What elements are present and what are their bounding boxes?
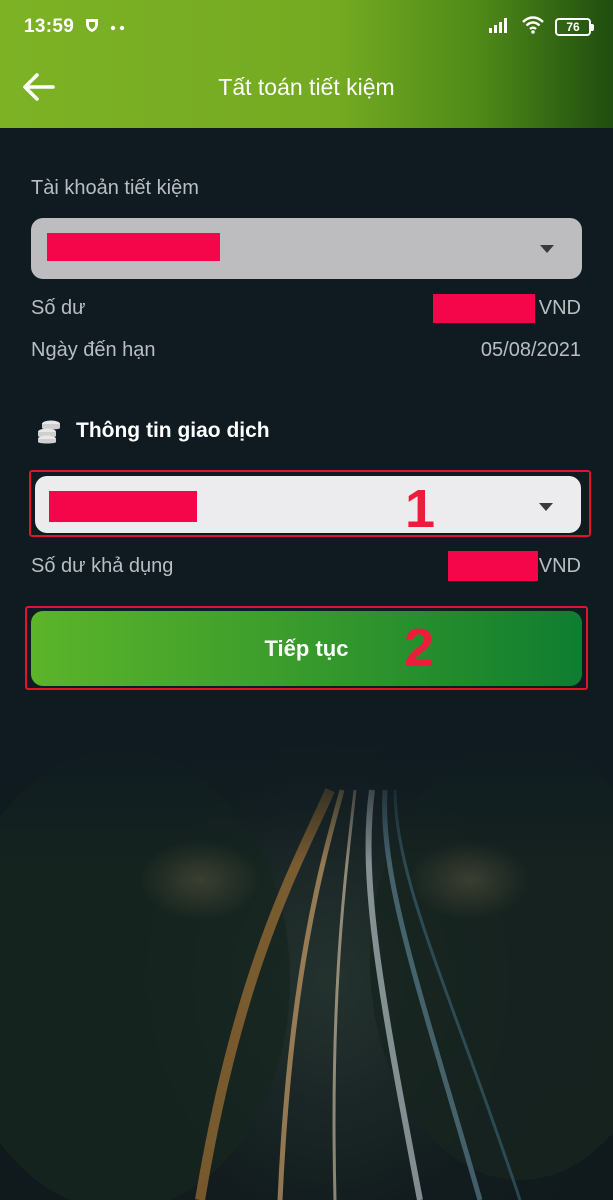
status-right: 76 <box>489 15 594 39</box>
wifi-icon <box>521 15 545 39</box>
redacted-account-number <box>47 233 220 261</box>
redacted-balance <box>433 294 535 323</box>
due-date-label: Ngày đến hạn <box>31 339 156 361</box>
balance-currency: VND <box>538 297 581 319</box>
available-balance-currency: VND <box>538 555 581 577</box>
nav-bar: Tất toán tiết kiệm <box>0 54 613 128</box>
status-left: 13:59 <box>24 16 126 38</box>
more-dots-icon <box>110 18 126 36</box>
continue-button-label: Tiếp tục <box>264 635 349 661</box>
page-title: Tất toán tiết kiệm <box>218 74 395 100</box>
available-balance-label: Số dư khả dụng <box>31 555 174 577</box>
due-date-value: 05/08/2021 <box>480 339 581 361</box>
battery-level: 76 <box>566 20 580 34</box>
source-account-dropdown[interactable] <box>35 476 581 533</box>
coins-icon <box>35 419 63 450</box>
chevron-down-icon <box>539 503 553 511</box>
app-header: 13:59 76 Tất toán tiết kiệm <box>0 0 613 128</box>
status-time: 13:59 <box>24 16 75 37</box>
shield-icon <box>84 17 100 38</box>
savings-account-label: Tài khoản tiết kiệm <box>31 177 199 199</box>
signal-icon <box>489 17 511 38</box>
annotation-marker-2: 2 <box>404 618 435 678</box>
section-title-transaction-info: Thông tin giao dịch <box>76 419 270 442</box>
redacted-source-account <box>49 491 197 522</box>
chevron-down-icon <box>540 245 554 253</box>
savings-account-dropdown[interactable] <box>31 218 582 279</box>
balance-label: Số dư <box>31 297 86 319</box>
battery-icon: 76 <box>555 18 594 36</box>
status-bar: 13:59 76 <box>0 0 613 54</box>
continue-button[interactable]: Tiếp tục <box>31 611 582 686</box>
annotation-marker-1: 1 <box>405 479 436 539</box>
redacted-available-balance <box>448 551 538 581</box>
